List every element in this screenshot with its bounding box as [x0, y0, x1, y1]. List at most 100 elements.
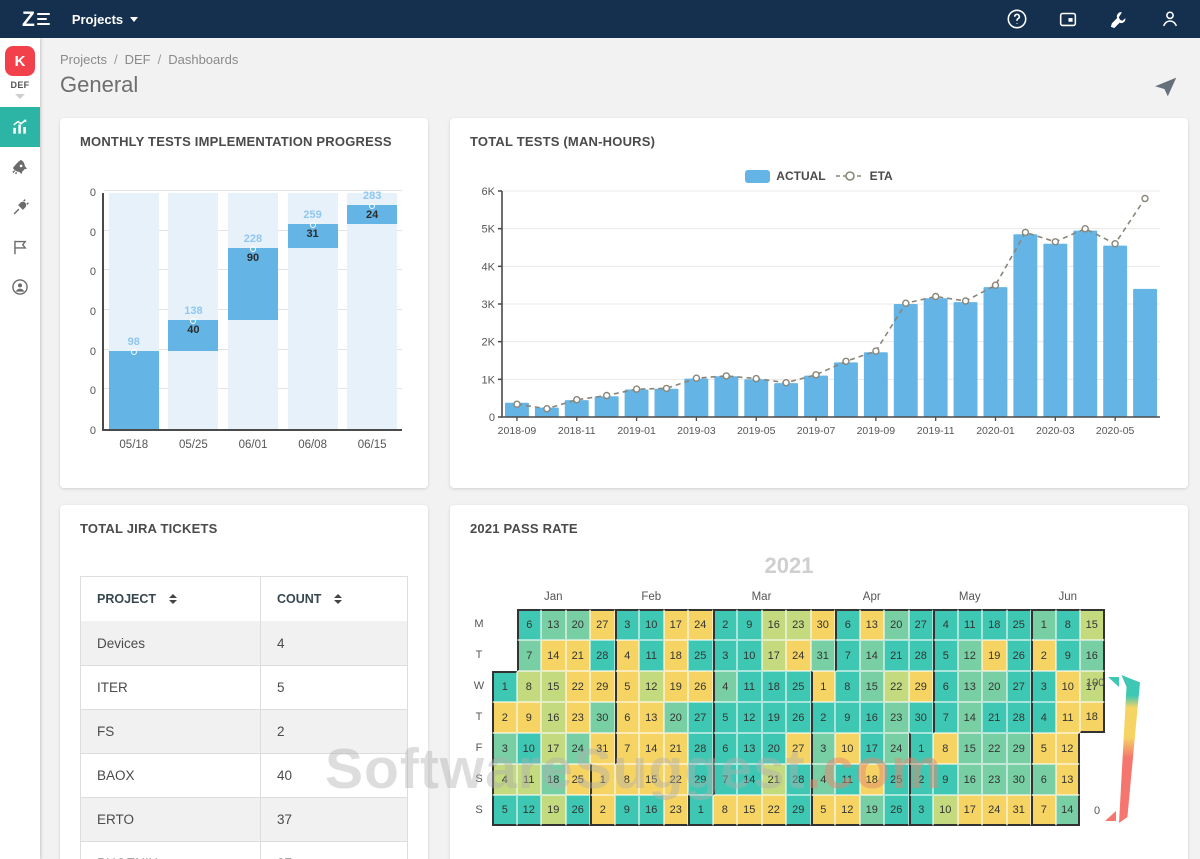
heatmap-cell[interactable]: 25: [566, 764, 591, 795]
heatmap-cell[interactable]: 9: [517, 702, 542, 733]
heatmap-cell[interactable]: 29: [786, 795, 811, 826]
heatmap-cell[interactable]: 31: [1007, 795, 1032, 826]
heatmap-cell[interactable]: 30: [590, 702, 615, 733]
heatmap-cell[interactable]: 12: [737, 702, 762, 733]
heatmap-cell[interactable]: 13: [639, 702, 664, 733]
heatmap-cell[interactable]: 20: [982, 671, 1007, 702]
heatmap-cell[interactable]: 23: [982, 764, 1007, 795]
heatmap-cell[interactable]: 29: [909, 671, 934, 702]
heatmap-cell[interactable]: 4: [811, 764, 836, 795]
heatmap-cell[interactable]: 27: [786, 733, 811, 764]
heatmap-cell[interactable]: 18: [762, 671, 787, 702]
send-button[interactable]: [1154, 74, 1178, 101]
heatmap-cell[interactable]: 2: [811, 702, 836, 733]
heatmap-cell[interactable]: 22: [762, 795, 787, 826]
heatmap-cell[interactable]: 9: [615, 795, 640, 826]
heatmap-cell[interactable]: 26: [786, 702, 811, 733]
heatmap-cell[interactable]: 1: [590, 764, 615, 795]
heatmap-cell[interactable]: 28: [786, 764, 811, 795]
project-tile[interactable]: K: [5, 46, 35, 76]
heatmap-cell[interactable]: 16: [762, 609, 787, 640]
heatmap-cell[interactable]: 9: [737, 609, 762, 640]
heatmap-cell[interactable]: 27: [909, 609, 934, 640]
heatmap-cell[interactable]: 24: [688, 609, 713, 640]
heatmap-cell[interactable]: 12: [639, 671, 664, 702]
heatmap-cell[interactable]: 25: [786, 671, 811, 702]
heatmap-cell[interactable]: 18: [860, 764, 885, 795]
heatmap-cell[interactable]: 23: [664, 795, 689, 826]
heatmap-cell[interactable]: 3: [615, 609, 640, 640]
heatmap-cell[interactable]: 19: [762, 702, 787, 733]
heatmap-cell[interactable]: 11: [639, 640, 664, 671]
heatmap-cell[interactable]: 26: [688, 671, 713, 702]
heatmap-cell[interactable]: 3: [909, 795, 934, 826]
sidebar-item-launches[interactable]: [0, 147, 40, 187]
breadcrumb-dashboards[interactable]: Dashboards: [168, 52, 238, 67]
heatmap-cell[interactable]: 6: [933, 671, 958, 702]
heatmap-cell[interactable]: 1: [688, 795, 713, 826]
heatmap-cell[interactable]: 8: [615, 764, 640, 795]
zebrunner-logo[interactable]: Z: [22, 9, 50, 30]
heatmap-cell[interactable]: 26: [1007, 640, 1032, 671]
heatmap-cell[interactable]: 20: [762, 733, 787, 764]
heatmap-cell[interactable]: 9: [835, 702, 860, 733]
heatmap-cell[interactable]: 8: [1056, 609, 1081, 640]
sort-project-button[interactable]: PROJECT: [97, 592, 177, 606]
heatmap-cell[interactable]: 17: [541, 733, 566, 764]
heatmap-cell[interactable]: 5: [1031, 733, 1056, 764]
heatmap-cell[interactable]: 21: [884, 640, 909, 671]
heatmap-cell[interactable]: 5: [615, 671, 640, 702]
heatmap-cell[interactable]: 22: [566, 671, 591, 702]
heatmap-cell[interactable]: 14: [541, 640, 566, 671]
heatmap-cell[interactable]: 4: [713, 671, 738, 702]
heatmap-cell[interactable]: 15: [639, 764, 664, 795]
heatmap-cell[interactable]: 16: [860, 702, 885, 733]
heatmap-cell[interactable]: 28: [1007, 702, 1032, 733]
heatmap-cell[interactable]: 8: [713, 795, 738, 826]
heatmap-cell[interactable]: 13: [737, 733, 762, 764]
heatmap-cell[interactable]: 28: [688, 733, 713, 764]
legend-actual[interactable]: ACTUAL: [745, 169, 825, 183]
heatmap-cell[interactable]: 20: [884, 609, 909, 640]
heatmap-cell[interactable]: 7: [713, 764, 738, 795]
heatmap-cell[interactable]: 9: [1056, 640, 1081, 671]
projects-menu[interactable]: Projects: [72, 12, 138, 27]
heatmap-cell[interactable]: 10: [1056, 671, 1081, 702]
heatmap-cell[interactable]: 25: [884, 764, 909, 795]
heatmap-cell[interactable]: 18: [541, 764, 566, 795]
heatmap-cell[interactable]: 2: [1031, 640, 1056, 671]
heatmap-cell[interactable]: 21: [566, 640, 591, 671]
heatmap-cell[interactable]: 11: [517, 764, 542, 795]
project-chevron-down-icon[interactable]: [15, 94, 25, 99]
heatmap-cell[interactable]: 11: [835, 764, 860, 795]
heatmap-cell[interactable]: 24: [982, 795, 1007, 826]
heatmap-cell[interactable]: 14: [1056, 795, 1081, 826]
heatmap-cell[interactable]: 28: [909, 640, 934, 671]
heatmap-cell[interactable]: 15: [737, 795, 762, 826]
heatmap-cell[interactable]: 3: [811, 733, 836, 764]
heatmap-cell[interactable]: 3: [492, 733, 517, 764]
heatmap-cell[interactable]: 12: [1056, 733, 1081, 764]
heatmap-cell[interactable]: 12: [835, 795, 860, 826]
heatmap-cell[interactable]: 16: [639, 795, 664, 826]
heatmap-cell[interactable]: 6: [1031, 764, 1056, 795]
actual-bar-segment[interactable]: 90: [228, 248, 278, 319]
heatmap-cell[interactable]: 29: [1007, 733, 1032, 764]
heatmap-cell[interactable]: 22: [884, 671, 909, 702]
heatmap-cell[interactable]: 30: [909, 702, 934, 733]
heatmap-cell[interactable]: 13: [860, 609, 885, 640]
heatmap-cell[interactable]: 24: [884, 733, 909, 764]
heatmap-cell[interactable]: 31: [811, 640, 836, 671]
heatmap-cell[interactable]: 5: [933, 640, 958, 671]
heatmap-cell[interactable]: 27: [590, 609, 615, 640]
heatmap-cell[interactable]: 29: [688, 764, 713, 795]
heatmap-cell[interactable]: 1: [492, 671, 517, 702]
sidebar-item-users[interactable]: [0, 267, 40, 307]
legend-eta[interactable]: ETA: [836, 169, 893, 183]
heatmap-cell[interactable]: 15: [958, 733, 983, 764]
heatmap-cell[interactable]: 27: [1007, 671, 1032, 702]
heatmap-cell[interactable]: 17: [762, 640, 787, 671]
heatmap-cell[interactable]: 8: [517, 671, 542, 702]
heatmap-cell[interactable]: 4: [933, 609, 958, 640]
heatmap-cell[interactable]: 5: [811, 795, 836, 826]
